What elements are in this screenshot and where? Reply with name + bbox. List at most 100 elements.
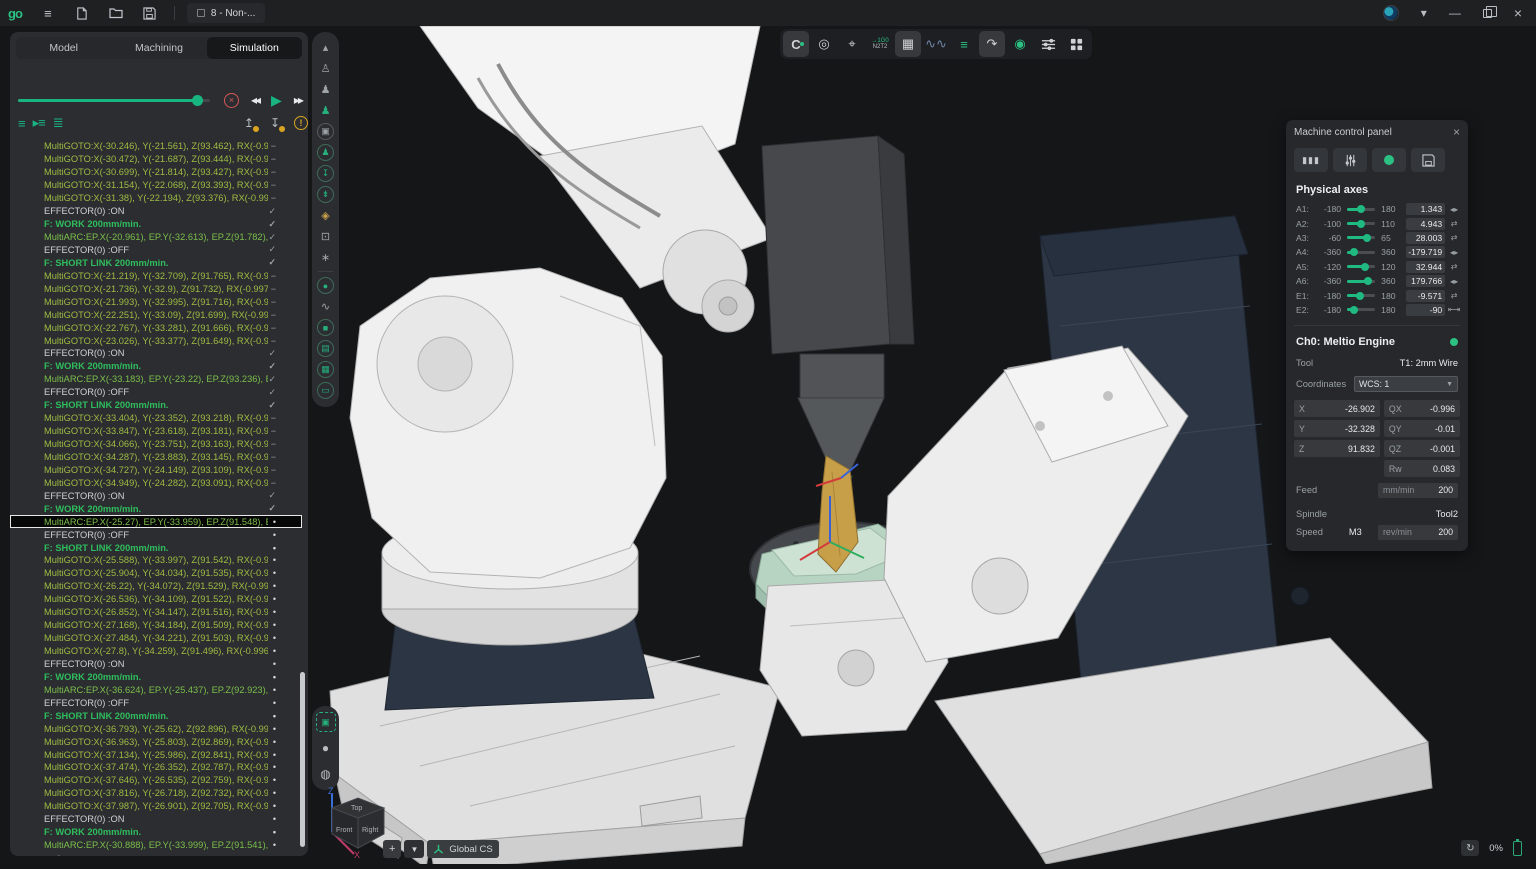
open-folder-icon[interactable] [108,5,124,21]
tag-down-icon[interactable]: ↧ [270,116,280,130]
comment-toggle-icon[interactable]: ▭ [317,382,334,399]
command-row[interactable]: MultiGOTO:X(-37.474), Y(-26.352), Z(92.7… [10,761,302,774]
chevron-down-icon[interactable]: ▾ [1421,7,1427,19]
restore-icon[interactable] [1483,9,1492,18]
axis-value-field[interactable]: -9.571 [1406,290,1446,302]
fast-forward-icon[interactable]: ▸▸ [294,93,302,107]
axis-stepper-icon[interactable]: ⇤⇥ [1445,305,1462,314]
axis-slider[interactable] [1347,280,1375,283]
arc-tool-icon[interactable]: C [783,31,809,57]
coord-field-qy[interactable]: QY-0.01 [1384,420,1460,437]
command-row[interactable]: F: WORK 200mm/min.• [10,826,302,839]
tag-up-icon[interactable]: ↥ [244,116,254,130]
command-row[interactable]: MultiGOTO:X(-26.22), Y(-34.072), Z(91.52… [10,580,302,593]
close-icon[interactable]: × [1514,7,1522,19]
tool-wire-icon[interactable]: ⇟ [317,186,334,203]
command-row[interactable]: MultiGOTO:X(-21.993), Y(-32.995), Z(91.7… [10,295,302,308]
feed-field[interactable]: mm/min 200 [1378,483,1458,498]
axis-value-field[interactable]: 32.944 [1406,261,1446,273]
command-row[interactable]: F: SHORT LINK 200mm/min.✓ [10,399,302,412]
axis-slider[interactable] [1347,208,1375,211]
axis-slider-thumb[interactable] [1364,277,1372,285]
caliper-icon[interactable]: ⌖ [839,31,865,57]
axis-slider-thumb[interactable] [1357,220,1365,228]
wcs-select[interactable]: WCS: 1 ▼ [1354,376,1458,392]
axis-value-field[interactable]: -90 [1406,304,1446,316]
sync-icon[interactable]: ↻ [1461,840,1479,856]
axis-slider-thumb[interactable] [1350,306,1358,314]
wire-feeder-icon[interactable]: ◈ [315,205,336,226]
command-row[interactable]: EFFECTOR(0) :OFF✓ [10,244,302,257]
command-row[interactable]: MultiGOTO:X(-31.38), Y(-22.194), Z(93.37… [10,192,302,205]
layers-toggle-icon[interactable]: ▤ [317,340,334,357]
command-row[interactable]: EFFECTOR(0) :OFF• [10,696,302,709]
axis-slider[interactable] [1347,308,1375,311]
command-row[interactable]: MultiGOTO:X(-33.404), Y(-23.352), Z(93.2… [10,412,302,425]
command-row[interactable]: MultiGOTO:X(-30.246), Y(-21.561), Z(93.4… [10,140,302,153]
document-tab[interactable]: 8 - Non-... [187,3,265,23]
axis-value-field[interactable]: 1.343 [1406,203,1446,215]
axis-stepper-icon[interactable]: ◂ ▸ [1445,248,1462,257]
io-sliders-icon[interactable] [1333,148,1367,172]
command-row[interactable]: MultiGOTO:X(-37.987), Y(-26.901), Z(92.7… [10,800,302,813]
axis-value-field[interactable]: 28.003 [1406,232,1446,244]
axis-value-field[interactable]: 179.766 [1406,275,1446,287]
spline-toggle-icon[interactable]: ∿ [315,296,336,317]
robot-icon[interactable]: ♟ [315,79,336,100]
command-row[interactable]: MultiGOTO:X(-36.963), Y(-25.803), Z(92.8… [10,735,302,748]
layers-stack-icon[interactable]: ≡ [951,31,977,57]
tool-down-icon[interactable]: ↧ [317,165,334,182]
scroll-up-icon[interactable]: ▴ [315,37,336,58]
command-row[interactable]: F: WORK 200mm/min.• [10,670,302,683]
command-row[interactable]: F: WORK 200mm/min.✓ [10,218,302,231]
command-row[interactable]: MultiGOTO:X(-27.168), Y(-34.184), Z(91.5… [10,619,302,632]
part-toggle-icon[interactable]: ■ [317,319,334,336]
minimize-icon[interactable]: — [1449,7,1461,19]
grid-dots-icon[interactable] [1063,31,1089,57]
axis-stepper-icon[interactable]: ⇄ [1445,233,1462,242]
shaded-sphere-icon[interactable]: ● [316,738,336,758]
command-row[interactable]: MultiGOTO:X(-37.646), Y(-26.535), Z(92.7… [10,774,302,787]
axis-slider-thumb[interactable] [1361,263,1369,271]
axis-slider-thumb[interactable] [1356,292,1364,300]
tab-model[interactable]: Model [16,37,111,59]
hamburger-menu-icon[interactable]: ≡ [40,5,56,21]
coord-field-qz[interactable]: QZ-0.001 [1384,440,1460,457]
close-icon[interactable]: × [1453,125,1460,139]
list-indent-icon[interactable]: ▸≡ [33,115,45,131]
command-row[interactable]: MultiGOTO:X(-21.219), Y(-32.709), Z(91.7… [10,269,302,282]
command-row[interactable]: EFFECTOR(0) :ON✓ [10,489,302,502]
mesh-sphere-icon[interactable]: ◍ [316,764,336,784]
hold-bars-icon[interactable]: ▮▮▮ [1294,148,1328,172]
save-icon[interactable] [1411,148,1445,172]
path-jump-icon[interactable]: ↷ [979,31,1005,57]
axis-slider[interactable] [1347,294,1375,297]
axis-slider-thumb[interactable] [1363,234,1371,242]
tab-machining[interactable]: Machining [111,37,206,59]
command-row[interactable]: MultiGOTO:X(-25.588), Y(-33.997), Z(91.5… [10,554,302,567]
axis-stepper-icon[interactable]: ⇄ [1445,219,1462,228]
axis-value-field[interactable]: 4.943 [1406,218,1446,230]
cs-dropdown-chevron[interactable]: ▼ [404,840,424,858]
snowflake-icon[interactable]: ∗ [315,247,336,268]
command-row[interactable]: MultiGOTO:X(-33.847), Y(-23.618), Z(93.1… [10,425,302,438]
global-cs-button[interactable]: Global CS [427,840,498,858]
command-row[interactable]: MultiARC:EP.X(-36.624), EP.Y(-25.437), E… [10,683,302,696]
command-row[interactable]: MultiGOTO:X(-31.154), Y(-22.068), Z(93.3… [10,179,302,192]
command-row[interactable]: MultiGOTO:X(-23.026), Y(-33.377), Z(91.6… [10,334,302,347]
command-row[interactable]: F: WORK 200mm/min.✓ [10,502,302,515]
axis-stepper-icon[interactable]: ⇄ [1445,262,1462,271]
command-row[interactable]: EFFECTOR(0) :OFF✓ [10,386,302,399]
stock-frame-icon[interactable]: ▣ [317,123,334,140]
coord-field-x[interactable]: X-26.902 [1294,400,1380,417]
save-icon[interactable] [142,5,158,21]
waveform-icon[interactable]: ∿∿ [923,31,949,57]
command-row[interactable]: MultiGOTO:X(-37.134), Y(-25.986), Z(92.8… [10,748,302,761]
command-row[interactable]: MultiGOTO:X(-21.736), Y(-32.9), Z(91.732… [10,282,302,295]
list-group-icon[interactable]: ≣ [53,115,63,131]
command-row[interactable]: MultiARC:EP.X(-20.961), EP.Y(-32.613), E… [10,231,302,244]
axis-stepper-icon[interactable]: ◂ ▸ [1445,277,1462,286]
timeline-thumb[interactable] [192,95,203,106]
command-row[interactable]: MultiARC:EP.X(-25.27), EP.Y(-33.959), EP… [10,515,302,528]
add-cs-button[interactable]: + [383,840,401,858]
